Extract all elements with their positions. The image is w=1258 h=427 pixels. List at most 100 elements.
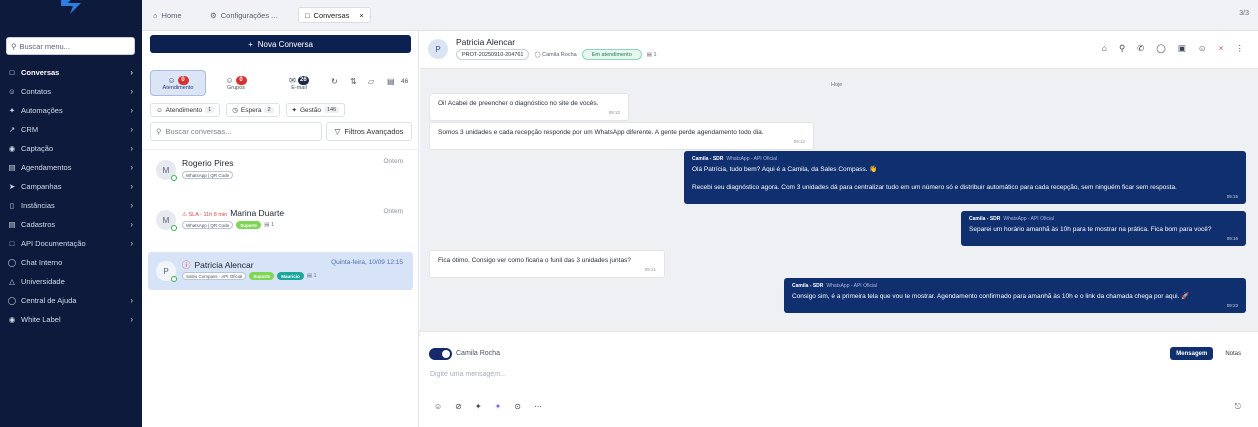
- conversation-item-selected[interactable]: P ⓘ Patricia Alencar Quinta-feira, 10/09 …: [148, 252, 413, 290]
- avatar: M: [156, 210, 177, 231]
- day-separator: Hoje: [831, 82, 843, 88]
- outgoing-message: Camila - SDR WhatsApp - API Oficial Separ…: [961, 211, 1246, 246]
- conversation-item[interactable]: M Rogerio Pires Ontem WhatsApp | QR Code: [148, 151, 413, 189]
- conversation-time: Quinta-feira, 10/09 12:15: [331, 259, 403, 266]
- chat-actions: ⌂ ⚲ ✆ ◯ ▣ ☺ × ⋮: [1102, 43, 1244, 54]
- plus-icon: +: [248, 39, 253, 49]
- target-icon: ◉: [8, 144, 16, 153]
- filter-gestao[interactable]: ✦ Gestão 146: [285, 103, 346, 117]
- avatar: P: [428, 39, 448, 59]
- home-icon[interactable]: ⌂: [1102, 43, 1107, 54]
- menu-search-input[interactable]: ⚲ Buscar menu...: [6, 37, 135, 55]
- sidebar-item-chat-interno[interactable]: ◯ Chat Interno: [0, 253, 142, 272]
- mail-icon: ✉: [289, 75, 296, 85]
- label-tag: Suporte: [236, 221, 262, 229]
- tab-home[interactable]: ⌂ Home: [153, 7, 182, 23]
- gear-icon: ⚙: [210, 10, 217, 20]
- sidebar-item-capta-o[interactable]: ◉ Captação ›: [0, 139, 142, 158]
- sidebar-item-central-de-ajuda[interactable]: ◯ Central de Ajuda ›: [0, 291, 142, 310]
- close-icon[interactable]: ×: [1219, 43, 1224, 54]
- chevron-right-icon: ›: [130, 125, 133, 134]
- sidebar-item-crm[interactable]: ↗ CRM ›: [0, 120, 142, 139]
- composer: Camila Rocha Mensagem Notas Digite uma m…: [420, 331, 1258, 427]
- online-dot: [171, 276, 177, 282]
- attachment-icon[interactable]: ⊘: [455, 402, 462, 411]
- chevron-right-icon: ›: [130, 163, 133, 172]
- channel-tag: Sales Compass - API Oficial: [182, 272, 247, 280]
- tab-conversas[interactable]: □ Conversas ×: [298, 7, 371, 23]
- transfer-user-icon[interactable]: ☺: [1198, 43, 1207, 54]
- sidebar-item-contatos[interactable]: ☺ Contatos ›: [0, 82, 142, 101]
- incoming-message: Fica ótimo. Consigo ver como ficaria o f…: [429, 250, 665, 278]
- trend-icon: ↗: [8, 125, 16, 134]
- app-root: ⚲ Buscar menu... □ Conversas › ☺ Contatos › ✦ A…: [0, 0, 1258, 427]
- emoji-icon[interactable]: ☺: [434, 402, 442, 411]
- tab-configuracoes[interactable]: ⚙ Configurações ...: [210, 7, 277, 23]
- channel-atendimento[interactable]: ☺ 0 Atendimento: [150, 70, 206, 96]
- sidebar-item-universidade[interactable]: △ Universidade: [0, 272, 142, 291]
- chat-header: P Patricia Alencar PROT-20250910-204761 …: [420, 31, 1258, 69]
- microphone-icon[interactable]: ⎋: [1235, 402, 1241, 412]
- sidebar-item-agendamentos[interactable]: ▤ Agendamentos ›: [0, 158, 142, 177]
- sidebar-item-conversas[interactable]: □ Conversas ›: [0, 63, 142, 82]
- notes-mode-button[interactable]: Notas: [1219, 347, 1247, 360]
- search-icon[interactable]: ⚲: [1119, 43, 1125, 54]
- signature-toggle[interactable]: [429, 348, 452, 360]
- count-badge: 26: [297, 75, 309, 85]
- sidebar-item-automa-es[interactable]: ✦ Automações ›: [0, 101, 142, 120]
- template-icon[interactable]: ⊙: [514, 402, 521, 411]
- ai-sparkle-icon[interactable]: ✦: [495, 402, 502, 411]
- channel-email[interactable]: ✉ 26 E-mail: [271, 70, 327, 96]
- close-icon[interactable]: ×: [359, 11, 363, 20]
- conversation-time: Ontem: [383, 158, 403, 165]
- user-icon: ☺: [156, 106, 163, 114]
- sidebar-item-label: Automações: [21, 106, 63, 115]
- phone-icon[interactable]: ✆: [1137, 43, 1144, 54]
- brand-logo[interactable]: [58, 0, 84, 14]
- new-conversation-button[interactable]: + Nova Conversa: [150, 35, 411, 53]
- sort-icon[interactable]: ⇅: [350, 77, 357, 86]
- chevron-right-icon: ›: [130, 144, 133, 153]
- chevron-right-icon: ›: [130, 296, 133, 305]
- more-icon[interactable]: ⋯: [534, 402, 542, 411]
- sidebar-item-campanhas[interactable]: ➤ Campanhas ›: [0, 177, 142, 196]
- filter-espera[interactable]: ◷ Espera 2: [226, 103, 280, 117]
- sidebar-item-label: White Label: [21, 315, 61, 324]
- filter-atendimento[interactable]: ☺ Atendimento 1: [150, 103, 221, 117]
- sidebar-item-cadastros[interactable]: ▤ Cadastros ›: [0, 215, 142, 234]
- conversation-list-panel: + Nova Conversa ☺ 0 Atendimento ☺ 0 Grupos…: [142, 31, 419, 427]
- conversation-search-input[interactable]: ⚲ Buscar conversas...: [150, 122, 322, 141]
- sidebar-item-inst-ncias[interactable]: ▯ Instâncias ›: [0, 196, 142, 215]
- sidebar-item-label: API Documentação: [21, 239, 86, 248]
- tab-bar: ⌂ Home ⚙ Configurações ... □ Conversas ×…: [142, 0, 1258, 31]
- sidebar-item-label: Universidade: [21, 277, 65, 286]
- help-icon: ◯: [7, 296, 17, 305]
- video-icon[interactable]: ▣: [1178, 43, 1186, 54]
- count-badge: 0: [177, 75, 189, 85]
- sidebar-item-api-documenta-o[interactable]: □ API Documentação ›: [0, 234, 142, 253]
- conversation-time: Ontem: [383, 208, 403, 215]
- inbox-icon[interactable]: ▤: [387, 77, 395, 86]
- more-icon[interactable]: ⋮: [1236, 43, 1245, 54]
- outgoing-message: Camila - SDR WhatsApp - API Oficial Olá P…: [684, 151, 1246, 204]
- advanced-filters-button[interactable]: ▽ Filtros Avançados: [326, 122, 412, 141]
- chat-icon: ◯: [7, 258, 17, 267]
- message-mode-button[interactable]: Mensagem: [1170, 347, 1214, 360]
- shield-icon[interactable]: ◯: [1156, 43, 1166, 54]
- alert-icon: ⓘ: [182, 260, 191, 270]
- online-dot: [171, 175, 177, 181]
- chevron-right-icon: ›: [130, 68, 133, 77]
- graduation-icon: △: [9, 277, 15, 286]
- channel-tag: WhatsApp | QR Code: [182, 171, 234, 179]
- channel-grupos[interactable]: ☺ 0 Grupos: [208, 70, 264, 96]
- refresh-icon[interactable]: ↻: [331, 77, 338, 86]
- sidebar-item-white-label[interactable]: ◉ White Label ›: [0, 310, 142, 329]
- lock-icon[interactable]: ▱: [368, 77, 374, 86]
- contact-name: ⚠ SLA - 11h 8 min Marina Duarte: [182, 208, 285, 218]
- message-count: ▤ 1: [646, 51, 657, 58]
- conversation-item[interactable]: M ⚠ SLA - 11h 8 min Marina Duarte Ontem W…: [148, 201, 413, 239]
- message-input[interactable]: Digite uma mensagem...: [430, 371, 506, 378]
- tag-row: Sales Compass - API Oficial Suporte Maur…: [182, 272, 317, 280]
- lightning-icon[interactable]: ✦: [475, 402, 482, 411]
- palette-icon: ◉: [8, 315, 16, 324]
